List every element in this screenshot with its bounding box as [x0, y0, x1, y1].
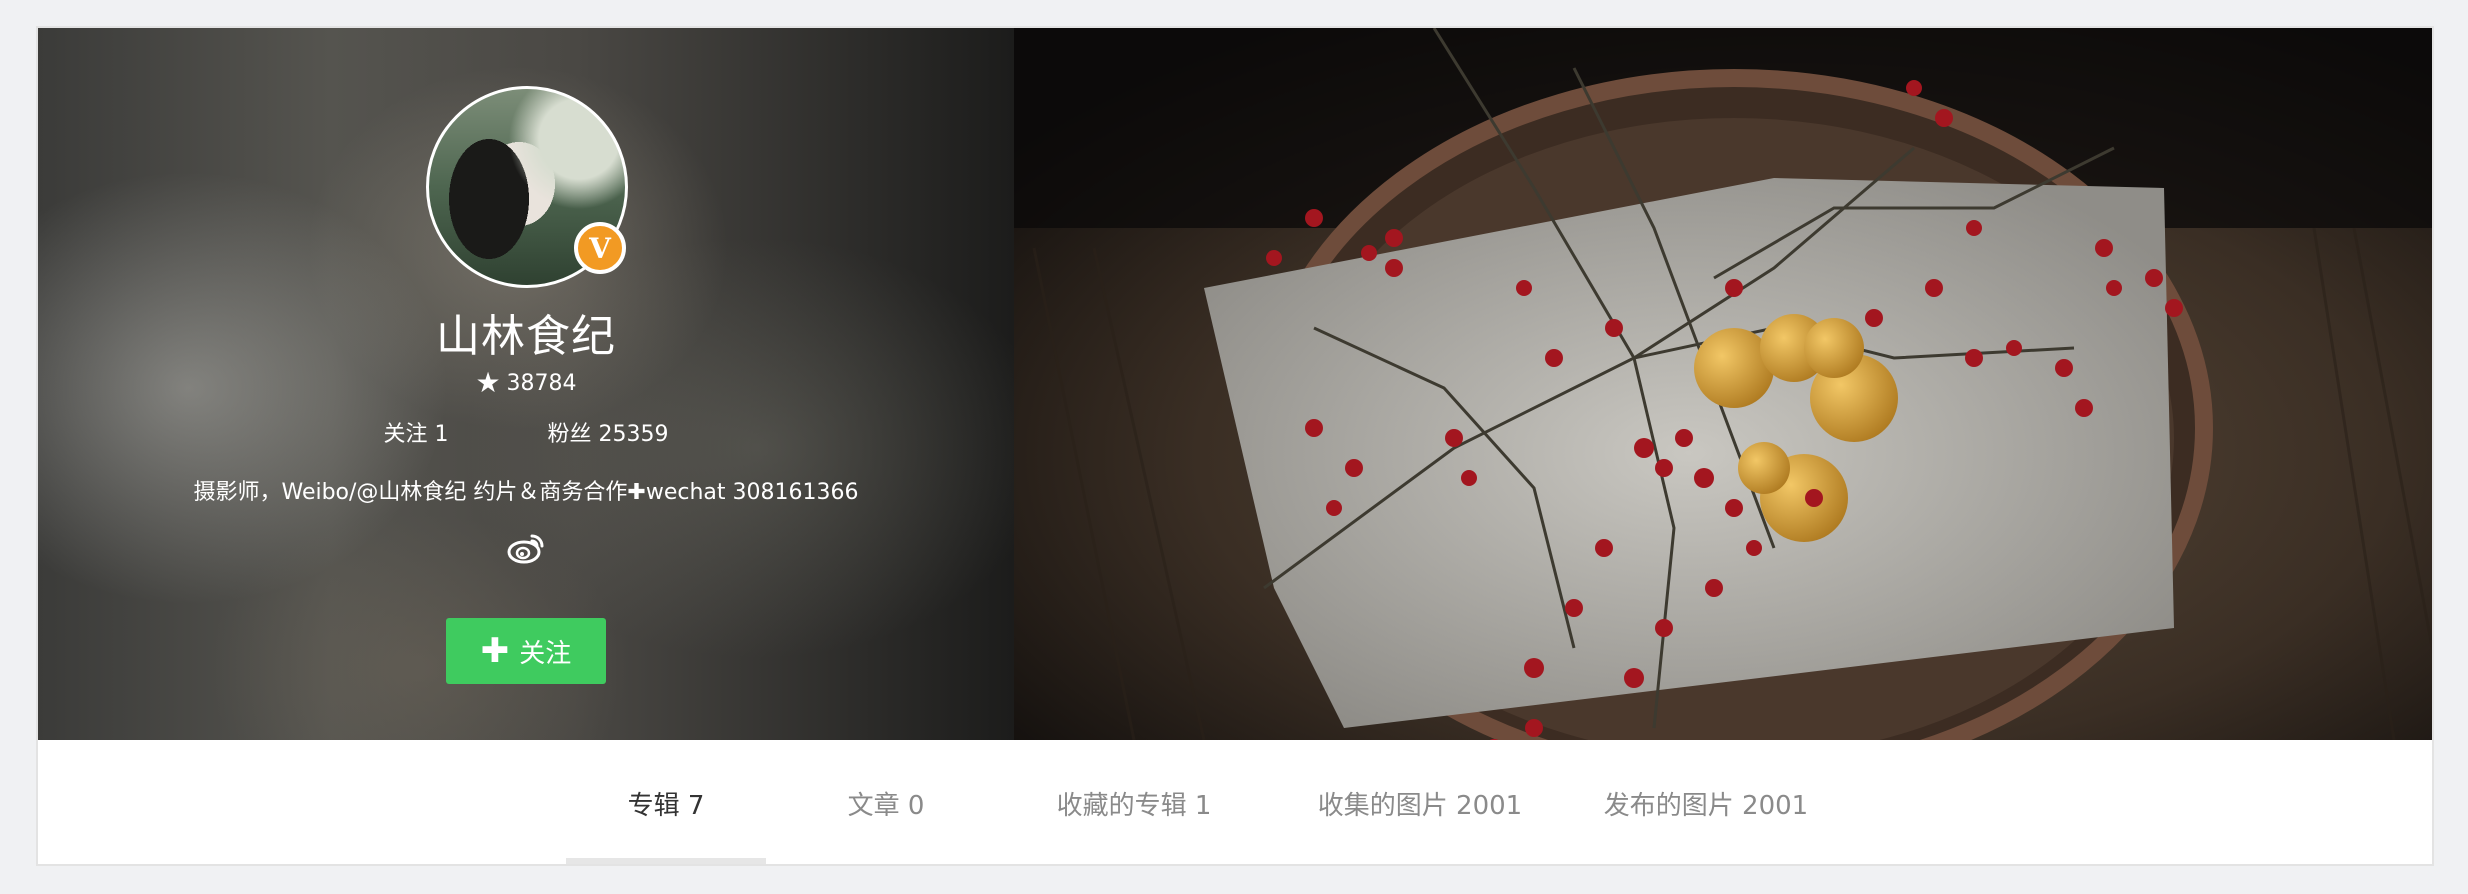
active-tab-indicator [566, 858, 766, 864]
plus-icon: ✚ [480, 631, 510, 671]
tab-bar: 专辑 7 文章 0 收藏的专辑 1 收集的图片 2001 发布的图片 2001 [38, 740, 2432, 864]
username: 山林食纪 [436, 311, 616, 362]
avatar-container[interactable]: V [426, 86, 628, 288]
tab-published-images[interactable]: 发布的图片 2001 [1576, 740, 1836, 864]
weibo-icon[interactable] [506, 528, 546, 568]
profile-card: V 山林食纪 ★ 38784 关注 1 粉丝 25359 摄影师，Weibo/@山… [36, 26, 2434, 866]
likes-value: 38784 [506, 371, 577, 396]
star-icon: ★ [475, 366, 501, 399]
paper [1204, 178, 2174, 728]
tab-collected-images[interactable]: 收集的图片 2001 [1290, 740, 1550, 864]
follow-button-label: 关注 [519, 638, 572, 669]
follow-stats: 关注 1 粉丝 25359 [38, 416, 1014, 448]
tab-albums[interactable]: 专辑 7 [566, 740, 766, 864]
profile-panel: V 山林食纪 ★ 38784 关注 1 粉丝 25359 摄影师，Weibo/@山… [38, 28, 1014, 740]
followers-count[interactable]: 粉丝 25359 [548, 416, 669, 448]
tab-articles[interactable]: 文章 0 [804, 740, 968, 864]
page: V 山林食纪 ★ 38784 关注 1 粉丝 25359 摄影师，Weibo/@山… [0, 0, 2468, 894]
likes-count: ★ 38784 [38, 366, 1014, 399]
verified-icon: V [574, 222, 626, 274]
follow-button[interactable]: ✚ 关注 [446, 618, 606, 684]
cover-photo [1014, 28, 2432, 740]
bio: 摄影师，Weibo/@山林食纪 约片＆商务合作✚wechat 308161366 [193, 480, 859, 505]
tab-favorite-albums[interactable]: 收藏的专辑 1 [1014, 740, 1254, 864]
following-count[interactable]: 关注 1 [384, 416, 449, 448]
